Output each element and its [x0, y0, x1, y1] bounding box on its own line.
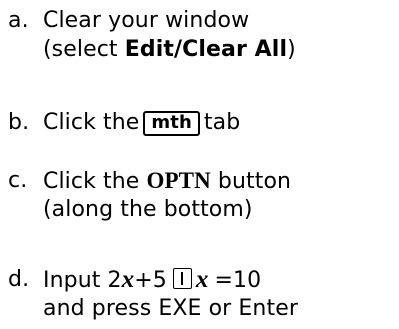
step-text-fragment: +5	[134, 268, 167, 293]
step-marker: c.	[8, 168, 28, 193]
optn-button-label: OPTN	[146, 168, 211, 193]
step-text-fragment: Click the	[43, 110, 140, 135]
step-marker: d.	[8, 267, 30, 292]
step-text-fragment: =10	[214, 268, 262, 293]
step-text-fragment: Click the	[43, 169, 147, 194]
vertical-bar-key-icon	[172, 268, 192, 289]
variable-x: x	[121, 266, 135, 293]
mth-tab-key: mth	[143, 111, 200, 136]
menu-path-edit-clear-all: Edit/Clear All	[124, 37, 288, 62]
step-text-line2: (along the bottom)	[43, 197, 253, 222]
step-text-fragment: )	[287, 37, 296, 62]
step-text-fragment: Input 2	[43, 268, 122, 293]
step-text: Click the mth tab	[43, 108, 240, 137]
step-text-fragment: tab	[203, 110, 241, 135]
step-text-fragment: (select	[43, 37, 125, 62]
step-text: Clear your window	[43, 8, 250, 33]
step-text: Click the OPTN button	[43, 166, 291, 196]
step-marker: a.	[8, 8, 29, 33]
step-text-line2: and press EXE or Enter	[43, 296, 298, 321]
step-text-fragment: button	[210, 169, 292, 194]
step-marker: b.	[8, 110, 30, 135]
variable-x: x	[195, 266, 209, 293]
step-text: Input 2x+5 x =10	[43, 265, 261, 295]
step-text-line2: (select Edit/Clear All)	[43, 35, 296, 64]
